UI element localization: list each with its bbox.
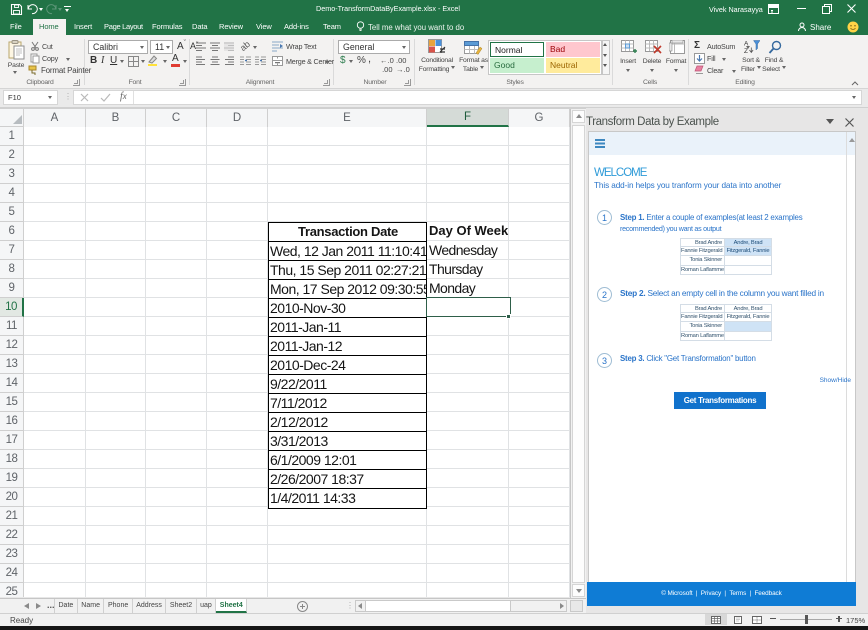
- svg-text:A: A: [744, 41, 749, 48]
- svg-text:Z: Z: [744, 48, 748, 55]
